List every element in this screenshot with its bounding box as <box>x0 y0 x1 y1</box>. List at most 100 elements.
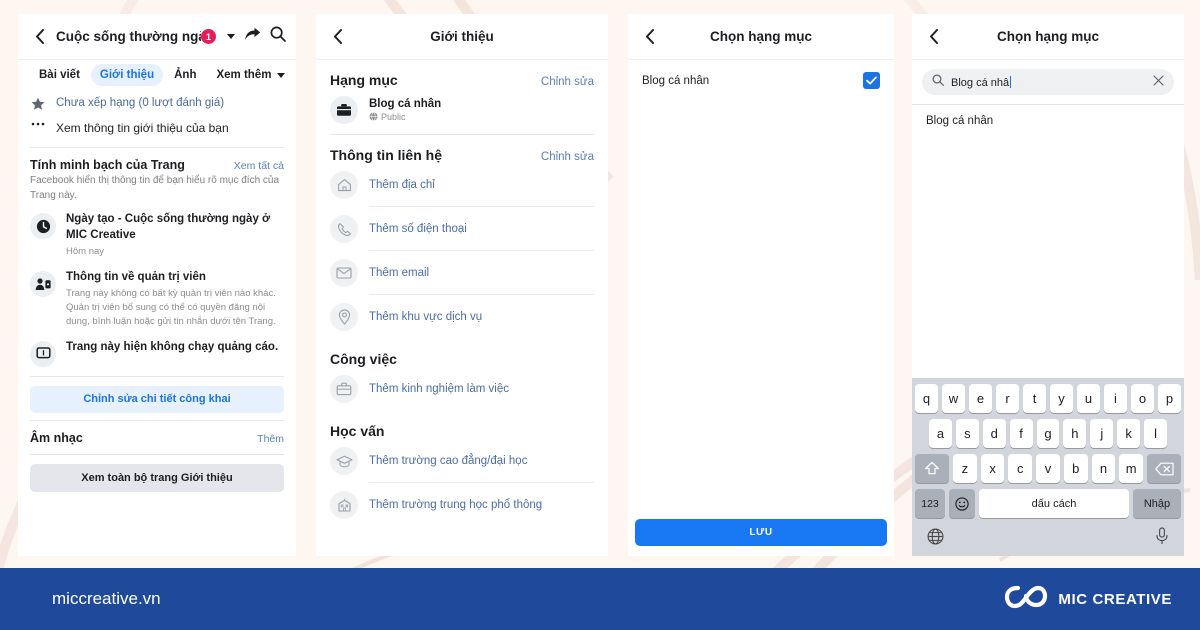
backspace-icon[interactable] <box>1147 454 1182 483</box>
key-k[interactable]: k <box>1117 419 1141 448</box>
search-input[interactable]: Blog cá nhâ <box>922 69 1174 95</box>
close-x-icon[interactable] <box>1153 73 1164 91</box>
key-q[interactable]: q <box>915 384 938 413</box>
ellipsis-icon <box>30 121 46 127</box>
tab-about[interactable]: Giới thiệu <box>90 64 164 86</box>
key-x[interactable]: x <box>980 454 1005 483</box>
admin-people-icon <box>30 270 56 297</box>
add-phone-row[interactable]: Thêm số điện thoại <box>316 207 608 251</box>
notification-badge[interactable]: 1 <box>201 29 216 44</box>
add-address-row[interactable]: Thêm địa chỉ <box>316 163 608 207</box>
edit-public-details-button[interactable]: Chỉnh sửa chi tiết công khai <box>30 385 284 413</box>
view-full-about-button[interactable]: Xem toàn bộ trang Giới thiệu <box>30 463 284 492</box>
keyboard-row-4: 123 dấu cách Nhập <box>915 489 1181 518</box>
pick-category-navbar: Chọn hạng mục <box>628 14 894 60</box>
key-c[interactable]: c <box>1008 454 1033 483</box>
category-option-row[interactable]: Blog cá nhân <box>628 60 894 101</box>
chevron-left-icon[interactable] <box>28 26 50 48</box>
key-p[interactable]: p <box>1158 384 1181 413</box>
tab-photos[interactable]: Ảnh <box>165 64 205 86</box>
brand-block: MIC CREATIVE <box>1004 584 1172 615</box>
share-arrow-icon[interactable] <box>244 27 261 47</box>
profile-navbar: Cuộc sống thường ngày... 1 <box>18 14 296 60</box>
key-r[interactable]: r <box>996 384 1019 413</box>
key-t[interactable]: t <box>1023 384 1046 413</box>
category-edit-action[interactable]: Chỉnh sửa <box>541 76 594 88</box>
footer-url: miccreative.vn <box>52 589 161 608</box>
panel-profile: Cuộc sống thường ngày... 1 Bài viết Giới… <box>18 14 296 556</box>
transparency-subtitle: Facebook hiển thị thông tin để bạn hiểu … <box>30 175 280 201</box>
key-f[interactable]: f <box>1009 419 1033 448</box>
key-return[interactable]: Nhập <box>1133 489 1181 518</box>
add-highschool-row[interactable]: Thêm trường trung học phổ thông <box>316 483 608 527</box>
page-title: Cuộc sống thường ngày... <box>56 29 201 44</box>
key-v[interactable]: v <box>1036 454 1060 483</box>
key-e[interactable]: e <box>969 384 992 413</box>
view-about-row[interactable]: Xem thông tin giới thiệu của bạn <box>18 116 296 140</box>
key-g[interactable]: g <box>1036 419 1060 448</box>
tab-more[interactable]: Xem thêm <box>207 64 294 86</box>
microphone-icon[interactable] <box>1155 527 1169 550</box>
home-icon <box>330 171 358 199</box>
key-y[interactable]: y <box>1050 384 1073 413</box>
add-college-row[interactable]: Thêm trường cao đẳng/đại học <box>316 439 608 483</box>
key-d[interactable]: d <box>982 419 1006 448</box>
key-h[interactable]: h <box>1063 419 1087 448</box>
text-cursor <box>1010 75 1012 88</box>
key-a[interactable]: a <box>929 419 952 448</box>
contact-edit-action[interactable]: Chỉnh sửa <box>541 151 594 163</box>
add-work-experience-label: Thêm kinh nghiệm làm việc <box>369 383 509 395</box>
education-title: Học vấn <box>330 423 385 439</box>
key-i[interactable]: i <box>1104 384 1127 413</box>
phone-icon <box>330 215 358 243</box>
add-work-experience-row[interactable]: Thêm kinh nghiệm làm việc <box>316 367 608 411</box>
category-title: Hạng mục <box>330 72 398 88</box>
add-email-row[interactable]: Thêm email <box>316 251 608 295</box>
key-b[interactable]: b <box>1063 454 1088 483</box>
clock-icon <box>30 213 56 239</box>
globe-icon <box>369 111 378 123</box>
category-section-header: Hạng mục Chỉnh sửa <box>316 60 608 88</box>
key-space[interactable]: dấu cách <box>979 489 1129 518</box>
chevron-left-icon[interactable] <box>326 26 348 48</box>
transparency-header: Tính minh bạch của Trang Xem tất cả <box>18 148 296 174</box>
key-j[interactable]: j <box>1090 419 1114 448</box>
divider <box>30 453 284 455</box>
envelope-icon <box>330 259 358 287</box>
globe-keyboard-icon[interactable] <box>927 528 944 550</box>
chevron-left-icon[interactable] <box>922 26 944 48</box>
search-result-item[interactable]: Blog cá nhân <box>912 105 1184 137</box>
contact-section-header: Thông tin liên hệ Chỉnh sửa <box>316 135 608 163</box>
chevron-down-icon[interactable] <box>227 34 235 39</box>
emoji-smiley-icon[interactable] <box>949 489 975 518</box>
key-o[interactable]: o <box>1131 384 1154 413</box>
tab-posts[interactable]: Bài viết <box>30 64 89 86</box>
key-m[interactable]: m <box>1119 454 1144 483</box>
rating-row[interactable]: Chưa xếp hạng (0 lượt đánh giá) <box>18 92 296 116</box>
music-add-action[interactable]: Thêm <box>257 433 284 445</box>
key-u[interactable]: u <box>1077 384 1100 413</box>
save-button[interactable]: LƯU <box>635 519 887 546</box>
key-n[interactable]: n <box>1091 454 1116 483</box>
search-icon[interactable] <box>270 26 286 47</box>
shift-up-icon[interactable] <box>914 454 949 483</box>
item-title: Thông tin về quản trị viên <box>66 270 206 283</box>
infinity-logo-icon <box>1004 584 1048 615</box>
profile-nav-actions: 1 <box>201 26 286 47</box>
key-s[interactable]: s <box>955 419 979 448</box>
key-w[interactable]: w <box>942 384 965 413</box>
onscreen-keyboard: q w e r t y u i o p a s d f g h j k l z … <box>912 378 1184 556</box>
search-value: Blog cá nhâ <box>951 76 1010 89</box>
screenshot-stage: Cuộc sống thường ngày... 1 Bài viết Giới… <box>0 0 1200 630</box>
add-service-area-row[interactable]: Thêm khu vực dịch vụ <box>316 295 608 339</box>
about-title: Giới thiệu <box>430 29 494 44</box>
key-l[interactable]: l <box>1144 419 1168 448</box>
category-option-checkbox[interactable] <box>863 72 880 89</box>
briefcase-icon <box>330 375 358 403</box>
key-numbers[interactable]: 123 <box>915 489 945 518</box>
key-z[interactable]: z <box>952 454 977 483</box>
category-row[interactable]: Blog cá nhân Public <box>316 88 608 134</box>
transparency-see-all[interactable]: Xem tất cả <box>234 160 284 172</box>
contact-title: Thông tin liên hệ <box>330 147 442 163</box>
chevron-left-icon[interactable] <box>638 26 660 48</box>
